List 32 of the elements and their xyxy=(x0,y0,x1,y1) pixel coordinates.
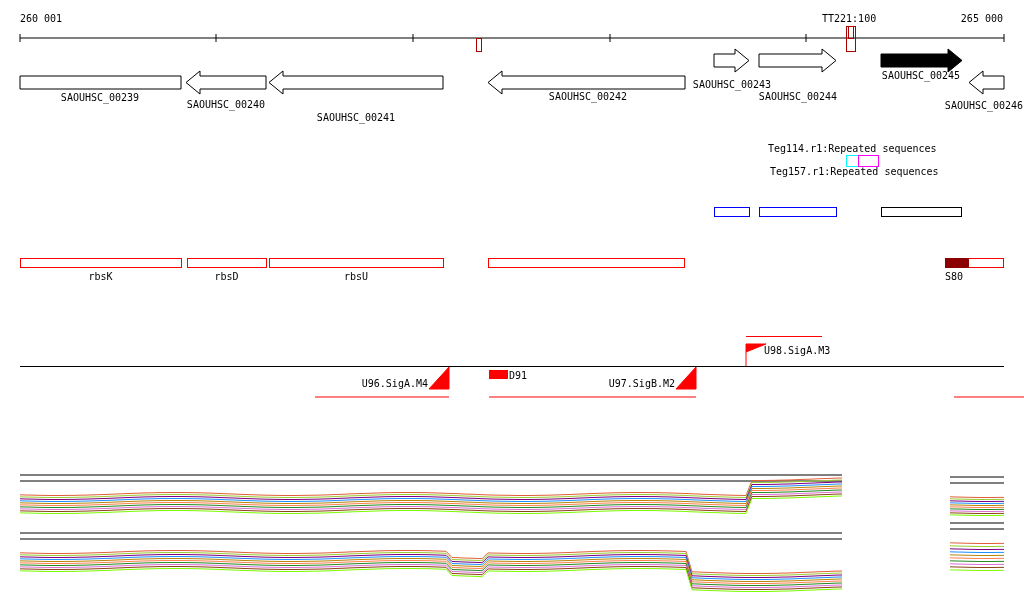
rna-bar xyxy=(945,258,1004,268)
gene-label: SAOUHSC_00241 xyxy=(316,112,396,123)
coordinate-label: 260 001 xyxy=(20,13,63,24)
promoter-label: U97.SigB.M2 xyxy=(608,378,675,389)
feature-bar xyxy=(714,207,750,217)
repeat-label: Teg157.r1:Repeated sequences xyxy=(770,166,939,177)
gene-label: SAOUHSC_00239 xyxy=(60,92,140,103)
gene-label: SAOUHSC_00243 xyxy=(692,79,772,90)
terminator-mark xyxy=(846,26,856,52)
promoter-flag xyxy=(428,366,450,390)
rna-label: rbsK xyxy=(88,271,113,282)
reference-line xyxy=(949,522,1005,524)
promoter-label: U96.SigA.M4 xyxy=(361,378,428,389)
reference-line xyxy=(949,528,1005,530)
promoter-flag xyxy=(675,366,697,390)
gene-label: SAOUHSC_00246 xyxy=(944,100,1024,111)
terminator-mark xyxy=(476,38,482,52)
rna-label: rbsD xyxy=(214,271,239,282)
reference-line xyxy=(949,476,1005,478)
gene-label: SAOUHSC_00242 xyxy=(548,91,628,102)
gene-label: SAOUHSC_00244 xyxy=(758,91,838,102)
rna-label: rbsU xyxy=(343,271,369,282)
repeat-label: Teg114.r1:Repeated sequences xyxy=(768,143,937,154)
gene-label: SAOUHSC_00245 xyxy=(881,70,961,81)
terminator-label: TT221:100 xyxy=(822,13,877,24)
reference-line xyxy=(949,482,1005,484)
gene-label: SAOUHSC_00240 xyxy=(186,99,266,110)
promoter-label: U98.SigA.M3 xyxy=(764,345,831,356)
promoter-label: D91 xyxy=(509,370,528,381)
promoter-block xyxy=(489,370,508,379)
rna-label: S80 xyxy=(945,271,964,282)
coordinate-label: 265 000 xyxy=(960,13,1003,24)
